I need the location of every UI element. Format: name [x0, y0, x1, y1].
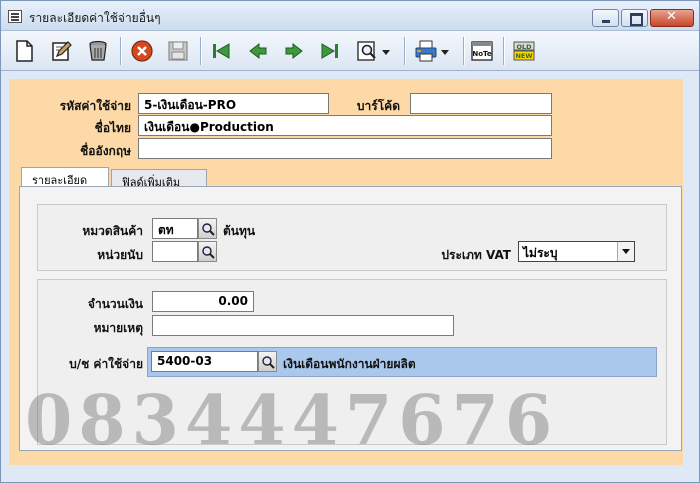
expense-account-field[interactable]: 5400-03 [151, 351, 258, 372]
expense-account-description: เงินเดือนพนักงานฝ่ายผลิต [283, 357, 416, 371]
chevron-down-icon[interactable] [617, 242, 634, 261]
close-button[interactable] [650, 9, 694, 27]
thai-name-label: ชื่อไทย [94, 121, 131, 135]
cancel-button[interactable] [127, 36, 157, 66]
vat-type-label: ประเภท VAT [441, 248, 511, 262]
save-button[interactable] [163, 36, 193, 66]
category-field[interactable]: ตท [152, 218, 198, 239]
english-name-label: ชื่ออังกฤษ [80, 144, 131, 158]
note-label: หมายเหตุ [93, 321, 143, 335]
search-dropdown-button[interactable] [352, 36, 396, 66]
toolbar-separator [404, 37, 405, 65]
note-field[interactable] [152, 315, 454, 336]
toolbar: NoTe OLD NEW [1, 31, 699, 71]
note-button[interactable]: NoTe [467, 36, 497, 66]
old-new-icon: OLDNEW [513, 41, 535, 61]
last-record-icon [321, 43, 338, 59]
last-record-button[interactable] [315, 36, 345, 66]
unit-label: หน่วยนับ [97, 248, 143, 262]
unit-field[interactable] [152, 241, 198, 262]
toolbar-separator [200, 37, 201, 65]
search-icon [201, 222, 215, 236]
previous-record-button[interactable] [243, 36, 273, 66]
trash-icon [89, 40, 107, 61]
search-icon [261, 355, 275, 369]
search-icon [357, 41, 376, 61]
vat-type-value: ไม่ระบุ [523, 246, 558, 260]
arrow-right-icon [285, 42, 303, 60]
maximize-button[interactable] [621, 9, 648, 27]
vat-type-select[interactable]: ไม่ระบุ [518, 241, 635, 262]
save-icon [168, 41, 188, 61]
edit-icon [52, 41, 72, 61]
first-record-icon [213, 43, 230, 59]
amount-field[interactable]: 0.00 [152, 291, 254, 312]
toolbar-separator [463, 37, 464, 65]
new-button[interactable] [9, 36, 39, 66]
title-bar[interactable]: รายละเอียดค่าใช้จ่ายอื่นๆ [1, 1, 699, 31]
category-description: ต้นทุน [223, 224, 256, 238]
old-new-button[interactable]: OLD NEW [509, 36, 539, 66]
category-lookup-button[interactable] [198, 218, 217, 239]
thai-name-field[interactable]: เงินเดือน●Production [138, 115, 552, 136]
barcode-label: บาร์โค้ด [356, 99, 400, 113]
delete-button[interactable] [83, 36, 113, 66]
new-label: NEW [515, 52, 532, 60]
old-label: OLD [516, 43, 532, 51]
barcode-field[interactable] [410, 93, 552, 114]
toolbar-separator [120, 37, 121, 65]
expense-account-label: บ/ช ค่าใช้จ่าย [69, 357, 143, 371]
toolbar-separator [503, 37, 504, 65]
minimize-button[interactable] [592, 9, 619, 27]
app-icon [8, 10, 22, 23]
note-icon-label: NoTe [472, 50, 492, 58]
note-icon: NoTe [471, 41, 493, 61]
edit-button[interactable] [47, 36, 77, 66]
unit-lookup-button[interactable] [198, 241, 217, 262]
amount-label: จำนวนเงิน [87, 297, 143, 311]
expense-code-field[interactable]: 5-เงินเดือน-PRO [138, 93, 329, 114]
english-name-field[interactable] [138, 138, 552, 159]
account-lookup-button[interactable] [258, 351, 277, 372]
window-title: รายละเอียดค่าใช้จ่ายอื่นๆ [29, 11, 161, 25]
window: รายละเอียดค่าใช้จ่ายอื่นๆ ✕ NoTe OLD NEW… [0, 0, 700, 483]
print-dropdown-button[interactable] [411, 36, 455, 66]
cancel-icon [131, 40, 153, 62]
printer-icon [415, 40, 437, 62]
arrow-left-icon [249, 42, 267, 60]
category-label: หมวดสินค้า [82, 224, 143, 238]
search-icon [201, 245, 215, 259]
expense-code-label: รหัสค่าใช้จ่าย [59, 99, 131, 113]
next-record-button[interactable] [279, 36, 309, 66]
first-record-button[interactable] [206, 36, 236, 66]
new-document-icon [16, 40, 33, 62]
